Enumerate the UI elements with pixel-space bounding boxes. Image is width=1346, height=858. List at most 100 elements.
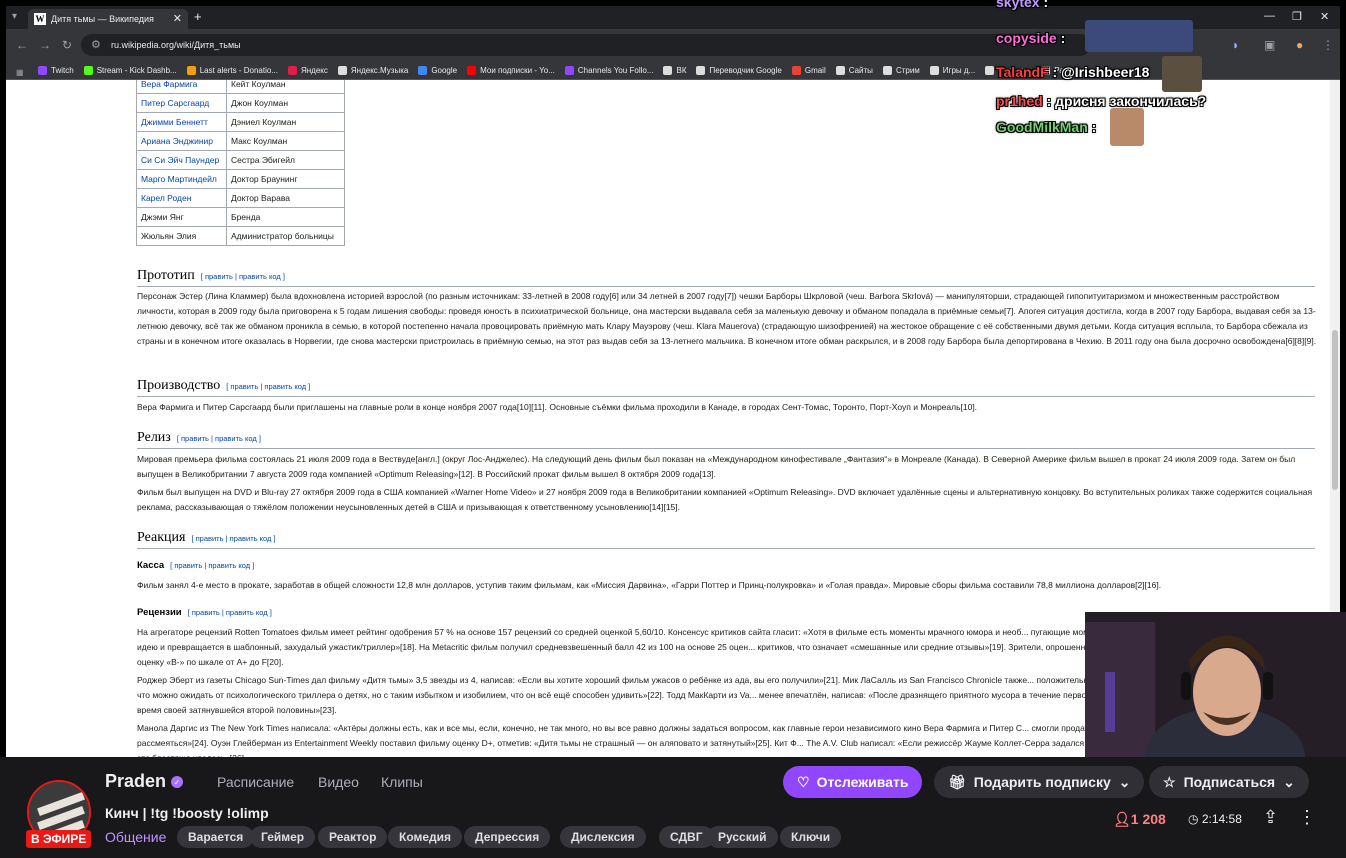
tab-clips[interactable]: Клипы bbox=[381, 774, 423, 790]
bookmark-item[interactable]: Игры д... bbox=[929, 61, 975, 79]
role-cell: Кейт Коулман bbox=[226, 80, 345, 94]
bookmark-icon bbox=[663, 66, 673, 75]
bookmark-item[interactable]: Stream - Kick Dashb... bbox=[83, 61, 177, 79]
actor-link[interactable]: Ариана Энджинир bbox=[136, 131, 227, 151]
tag-pill[interactable]: Геймер bbox=[250, 826, 316, 848]
uptime: ◷ 2:14:58 bbox=[1188, 812, 1242, 826]
stream-title: Кинч | !tg !boosty !olimp bbox=[105, 805, 269, 821]
edit-link[interactable]: [ править | править код ] bbox=[177, 434, 261, 443]
table-row: Жюльян Элия Администратор больницы bbox=[136, 226, 345, 246]
table-row: Вера Фармига Кейт Коулман bbox=[136, 80, 345, 94]
emote-image bbox=[1085, 20, 1193, 52]
viewer-count: 👤︎1 208 bbox=[1113, 811, 1166, 827]
minimize-icon[interactable]: — bbox=[1264, 10, 1275, 22]
close-window-icon[interactable]: ✕ bbox=[1320, 10, 1329, 23]
bookmark-item[interactable]: Стрим bbox=[882, 61, 920, 79]
url-text: ru.wikipedia.org/wiki/Дитя_тьмы bbox=[111, 40, 241, 50]
role-cell: Сестра Эбигейл bbox=[226, 150, 345, 170]
close-tab-icon[interactable]: ✕ bbox=[173, 12, 182, 25]
category-link[interactable]: Общение bbox=[105, 829, 166, 845]
bookmark-item[interactable]: Сайты bbox=[835, 61, 873, 79]
heading-production: Производство[ править | править код ] bbox=[137, 378, 1315, 397]
tag-pill[interactable]: Депрессия bbox=[464, 826, 551, 848]
forward-icon[interactable]: → bbox=[39, 38, 51, 52]
actor-link[interactable]: Джимми Беннетт bbox=[136, 112, 227, 132]
url-field[interactable]: ⚙ ru.wikipedia.org/wiki/Дитя_тьмы bbox=[81, 34, 1091, 56]
edit-link[interactable]: [ править | править код ] bbox=[188, 608, 272, 617]
edit-link[interactable]: [ править | править код ] bbox=[201, 272, 285, 281]
tag-pill[interactable]: Реактор bbox=[318, 826, 388, 848]
actor-link[interactable]: Питер Сарсгаард bbox=[136, 93, 227, 113]
browser-tab[interactable]: W Дитя тьмы — Википедия ✕ bbox=[28, 9, 188, 29]
channel-name[interactable]: Praden bbox=[105, 771, 166, 792]
bookmark-item[interactable]: Google bbox=[418, 61, 457, 79]
new-tab-icon[interactable]: + bbox=[194, 9, 202, 24]
bookmark-item[interactable]: Переводчик Google bbox=[696, 61, 782, 79]
edit-link[interactable]: [ править | править код ] bbox=[191, 534, 275, 543]
actor-link[interactable]: Си Си Эйч Паундер bbox=[136, 150, 227, 170]
role-cell: Доктор Браунинг bbox=[226, 169, 345, 189]
bookmark-item[interactable]: Яндекс.Музыка bbox=[337, 61, 408, 79]
edit-link[interactable]: [ править | править код ] bbox=[170, 561, 254, 570]
verified-icon: ✓ bbox=[171, 776, 183, 788]
cast-icon[interactable]: ◗ bbox=[1232, 38, 1239, 52]
reload-icon[interactable]: ↻ bbox=[62, 38, 72, 52]
chat-message: copyside : bbox=[996, 30, 1066, 46]
table-row: Си Си Эйч Паундер Сестра Эбигейл bbox=[136, 150, 345, 170]
tag-pill[interactable]: Варается bbox=[177, 826, 255, 848]
role-cell: Джон Коулман bbox=[226, 93, 345, 113]
menu-icon[interactable]: ⋮ bbox=[1322, 38, 1334, 52]
chat-message: skytex : bbox=[996, 0, 1049, 10]
chevron-down-icon: ⌄ bbox=[1118, 773, 1131, 790]
tab-search-icon[interactable]: ▾ bbox=[12, 11, 17, 22]
heading-reviews: Рецензии[ править | править код ] bbox=[137, 607, 272, 618]
table-row: Ариана Энджинир Макс Коулман bbox=[136, 131, 345, 151]
actor-link: Джэми Янг bbox=[136, 207, 227, 227]
table-row: Джимми Беннетт Дэниел Коулман bbox=[136, 112, 345, 132]
stream-video[interactable]: ▾ W Дитя тьмы — Википедия ✕ + — ❐ ✕ ← → … bbox=[0, 0, 1346, 757]
bookmark-icon bbox=[835, 66, 845, 75]
actor-link[interactable]: Карел Роден bbox=[136, 188, 227, 208]
tag-pill[interactable]: Комедия bbox=[388, 826, 463, 848]
heading-release: Релиз[ править | править код ] bbox=[137, 430, 1315, 449]
bookmark-item[interactable]: Last alerts - Donatio... bbox=[186, 61, 278, 79]
bookmark-item[interactable]: ВК bbox=[663, 61, 686, 79]
subscribe-button[interactable]: ☆ Подписаться ⌄ bbox=[1149, 766, 1309, 798]
bookmark-item[interactable]: Яндекс bbox=[287, 61, 328, 79]
bookmark-item[interactable]: Twitch bbox=[38, 61, 74, 79]
apps-icon[interactable]: ▦ bbox=[16, 63, 24, 79]
back-icon[interactable]: ← bbox=[16, 38, 28, 52]
more-options-icon[interactable]: ⋮ bbox=[1298, 807, 1316, 828]
release-text-2: Фильм был выпущен на DVD и Blu-ray 27 ок… bbox=[137, 487, 1313, 512]
actor-link[interactable]: Вера Фармига bbox=[136, 80, 227, 94]
share-icon[interactable]: ⇪ bbox=[1263, 807, 1278, 828]
tag-pill[interactable]: Русский bbox=[707, 826, 778, 848]
tag-pill[interactable]: Ключи bbox=[780, 826, 842, 848]
bookmark-icon bbox=[985, 66, 995, 75]
table-row: Питер Сарсгаард Джон Коулман bbox=[136, 93, 345, 113]
bookmark-icon bbox=[929, 66, 939, 75]
tag-pill[interactable]: СДВГ bbox=[659, 826, 714, 848]
tag-pill[interactable]: Дислексия bbox=[560, 826, 646, 848]
streamer-webcam-image bbox=[1085, 612, 1346, 757]
bookmark-item[interactable]: Gmail bbox=[791, 61, 826, 79]
role-cell: Макс Коулман bbox=[226, 131, 345, 151]
extensions-icon[interactable]: ▣ bbox=[1264, 38, 1275, 52]
maximize-icon[interactable]: ❐ bbox=[1292, 10, 1302, 23]
bookmark-item[interactable]: Channels You Follo... bbox=[564, 61, 653, 79]
clock-icon: ◷ bbox=[1188, 812, 1199, 826]
role-cell: Бренда bbox=[226, 207, 345, 227]
bookmark-icon bbox=[467, 66, 477, 75]
person-icon: 👤︎ bbox=[1113, 811, 1131, 827]
scrollbar-thumb[interactable] bbox=[1332, 330, 1338, 490]
site-info-icon[interactable]: ⚙ bbox=[91, 38, 101, 51]
tab-schedule[interactable]: Расписание bbox=[217, 774, 294, 790]
bookmark-icon bbox=[791, 66, 801, 75]
actor-link[interactable]: Марго Мартиндейл bbox=[136, 169, 227, 189]
follow-button[interactable]: ♡ Отслеживать bbox=[783, 766, 923, 798]
tab-videos[interactable]: Видео bbox=[318, 774, 359, 790]
profile-icon[interactable]: ● bbox=[1296, 38, 1303, 52]
bookmark-item[interactable]: Мои подписки - Yo... bbox=[467, 61, 555, 79]
edit-link[interactable]: [ править | править код ] bbox=[226, 382, 310, 391]
gift-sub-button[interactable]: 🎁︎ Подарить подписку ⌄ bbox=[934, 766, 1145, 798]
